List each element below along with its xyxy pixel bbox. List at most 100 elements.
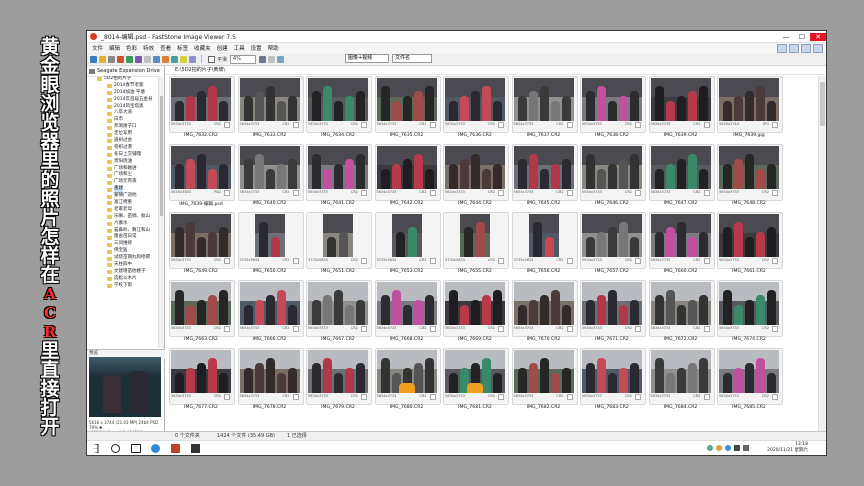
thumbnail-item[interactable]: 5634x3733 CR2 IMG_7685.CR2 — [717, 348, 783, 412]
thumbnail-checkbox[interactable] — [224, 326, 230, 332]
tree-scrollbar[interactable] — [158, 76, 164, 348]
thumbnail-checkbox[interactable] — [498, 326, 504, 332]
thumbnail-item[interactable]: 5634x3733 CR2 IMG_7635.CR2 — [374, 76, 441, 140]
delete-icon[interactable] — [117, 55, 124, 63]
thumbnail-item[interactable]: 5634x3733 CR2 IMG_7644.CR2 — [443, 144, 509, 208]
minimize-button[interactable]: — — [778, 33, 794, 41]
menu-item[interactable]: 工具 — [231, 44, 248, 52]
folder-tree-item[interactable]: 老家老母 — [87, 207, 159, 214]
folder-tree-item[interactable]: 六寨水 — [87, 221, 159, 228]
thumbnail-item[interactable]: 5634x3733 CR2 IMG_7677.CR2 — [169, 348, 235, 412]
thumbnail-checkbox[interactable] — [635, 122, 641, 128]
filter-select[interactable]: 图像+视频 — [345, 54, 389, 63]
thumbnail-checkbox[interactable] — [703, 394, 710, 400]
path-bar[interactable]: E:\5D2拍的片子\黄坡\ — [165, 66, 826, 75]
thumbnail-item[interactable]: 5634x3733 CR2 IMG_7639.CR2 — [648, 76, 715, 140]
thumbnail-item[interactable]: 5634x3733 CR2 IMG_7678.CR2 — [237, 348, 304, 412]
rotate-left-icon[interactable] — [153, 55, 160, 63]
volume-icon[interactable] — [743, 445, 749, 451]
thumbnail-checkbox[interactable] — [292, 394, 299, 400]
thumbnail-checkbox[interactable] — [772, 190, 778, 196]
thumbnail-checkbox[interactable] — [224, 394, 230, 400]
save-icon[interactable] — [99, 55, 106, 63]
folder-tree-item[interactable]: 广场元宵夜 — [87, 179, 159, 186]
thumbnail-item[interactable]: 3733x5634 CR2 IMG_7650.CR2 — [237, 212, 304, 276]
browser-icon[interactable] — [151, 444, 160, 453]
folder-tree-item[interactable]: 蒙镇广迎他 — [87, 193, 159, 200]
menu-item[interactable]: 标签 — [174, 44, 191, 52]
thumbnail-checkbox[interactable] — [772, 326, 778, 332]
task-view-icon[interactable] — [131, 444, 141, 453]
folder-tree-item[interactable]: 冬日上交铺嘎 — [87, 152, 159, 159]
grid-scrollbar[interactable] — [818, 76, 826, 431]
folder-tree-item[interactable]: 选松斗木片 — [87, 276, 159, 283]
thumbnail-item[interactable]: 5634x3733 CR2 IMG_7667.CR2 — [306, 280, 372, 344]
thumbnail-item[interactable]: 5634x3733 CR2 IMG_7648.CR2 — [717, 144, 783, 208]
thumbnail-checkbox[interactable] — [498, 190, 504, 196]
tree-scroll-thumb[interactable] — [160, 96, 163, 216]
thumbnail-item[interactable]: 5634x3733 CR2 IMG_7681.CR2 — [443, 348, 509, 412]
thumbnail-item[interactable]: 3733x5634 CR2 IMG_7651.CR2 — [306, 212, 372, 276]
folder-tree-item[interactable]: 2014加油 平塘 — [87, 90, 159, 97]
thumbnail-item[interactable]: 5634x3733 CR2 IMG_7661.CR2 — [717, 212, 783, 276]
thumbnail-checkbox[interactable] — [772, 122, 778, 128]
clock[interactable]: 13:18 2020/11/21 星期六 — [767, 442, 808, 454]
thumbnail-item[interactable]: 5634x3733 CR2 IMG_7683.CR2 — [580, 348, 646, 412]
zoom-select[interactable]: 4% — [230, 54, 257, 64]
thumbnail-checkbox[interactable] — [429, 122, 436, 128]
folder-tree-item[interactable]: 5D2拍的片子 — [87, 76, 159, 83]
thumbnail-item[interactable]: 5634x3733 CR2 IMG_7647.CR2 — [648, 144, 715, 208]
thumbnail-item[interactable]: 5634x3733 CR2 IMG_7672.CR2 — [648, 280, 715, 344]
thumbnail-checkbox[interactable] — [566, 190, 573, 196]
thumbnail-checkbox[interactable] — [292, 122, 299, 128]
folder-tree-item[interactable]: 文建增苗他楼子 — [87, 269, 159, 276]
thumbnail-checkbox[interactable] — [361, 190, 367, 196]
folder-tree-item[interactable]: 试烧苗期丸和修撰 — [87, 255, 159, 262]
thumbnail-item[interactable]: 5634x3733 CR2 IMG_7671.CR2 — [580, 280, 646, 344]
open-icon[interactable] — [90, 55, 97, 63]
compare-icon[interactable] — [189, 55, 196, 63]
slideshow-icon[interactable] — [180, 55, 187, 63]
thumbnail-item[interactable]: 5634x3733 CR2 IMG_7657.CR2 — [580, 212, 646, 276]
folder-tree-item[interactable]: 乐嘛、苗绸、肽山 — [87, 214, 159, 221]
menu-item[interactable]: 收藏夹 — [191, 44, 214, 52]
thumbnail-item[interactable]: 5634x3733 CR2 IMG_7646.CR2 — [580, 144, 646, 208]
fit-icon[interactable] — [268, 55, 276, 63]
thumbnail-checkbox[interactable] — [703, 258, 710, 264]
thumbnail-item[interactable]: 5634x3733 CR2 IMG_7680.CR2 — [374, 348, 441, 412]
menu-item[interactable]: 帮助 — [265, 44, 282, 52]
thumbnail-checkbox[interactable] — [361, 394, 367, 400]
folder-tree-item[interactable]: 定位军用 — [87, 131, 159, 138]
thumbnail-checkbox[interactable] — [429, 190, 436, 196]
thumbnail-item[interactable]: 5634x3733 CR2 IMG_7663.CR2 — [169, 280, 235, 344]
menu-item[interactable]: 编辑 — [106, 44, 123, 52]
thumbnail-item[interactable]: 5634x3733 CR2 IMG_7645.CR2 — [511, 144, 578, 208]
close-button[interactable]: ✕ — [810, 32, 826, 41]
thumbnail-checkbox[interactable] — [292, 258, 299, 264]
faststone-icon[interactable] — [191, 444, 200, 453]
thumbnail-checkbox[interactable] — [292, 326, 299, 332]
thumbnail-checkbox[interactable] — [361, 258, 367, 264]
thumbnail-checkbox[interactable] — [566, 394, 573, 400]
folder-tree-item[interactable]: 卷织过港 — [87, 145, 159, 152]
thumbnail-item[interactable]: 5634x3733 CR2 IMG_7641.CR2 — [306, 144, 372, 208]
thumbnail-item[interactable]: 5634x3733 CR2 IMG_7670.CR2 — [511, 280, 578, 344]
thumbnail-item[interactable]: 5634x3733 CR2 IMG_7669.CR2 — [443, 280, 509, 344]
thumbnail-item[interactable]: 5634x3733 CR2 IMG_7637.CR2 — [511, 76, 578, 140]
thumbnail-checkbox[interactable] — [224, 258, 230, 264]
menu-item[interactable]: 创建 — [214, 44, 231, 52]
email-icon[interactable] — [171, 55, 178, 63]
thumbnail-checkbox[interactable] — [224, 122, 230, 128]
thumbnail-checkbox[interactable] — [292, 190, 299, 196]
rotate-icon[interactable] — [259, 55, 267, 63]
layout-1-icon[interactable] — [777, 43, 787, 53]
thumbnail-item[interactable]: 5634x3733 CR2 IMG_7660.CR2 — [648, 212, 715, 276]
rotate-right-icon[interactable] — [162, 55, 169, 63]
thumbnail-checkbox[interactable] — [224, 190, 230, 196]
thumbnail-item[interactable]: 5634x3733 CR2 IMG_7634.CR2 — [306, 76, 372, 140]
print-icon[interactable] — [108, 55, 115, 63]
smooth-checkbox[interactable]: 平滑 — [208, 55, 227, 63]
thumbnail-item[interactable]: 5634x3733 CR2 IMG_7649.CR2 — [169, 212, 235, 276]
windows-start-icon[interactable] — [93, 444, 99, 453]
copy-icon[interactable] — [126, 55, 133, 63]
